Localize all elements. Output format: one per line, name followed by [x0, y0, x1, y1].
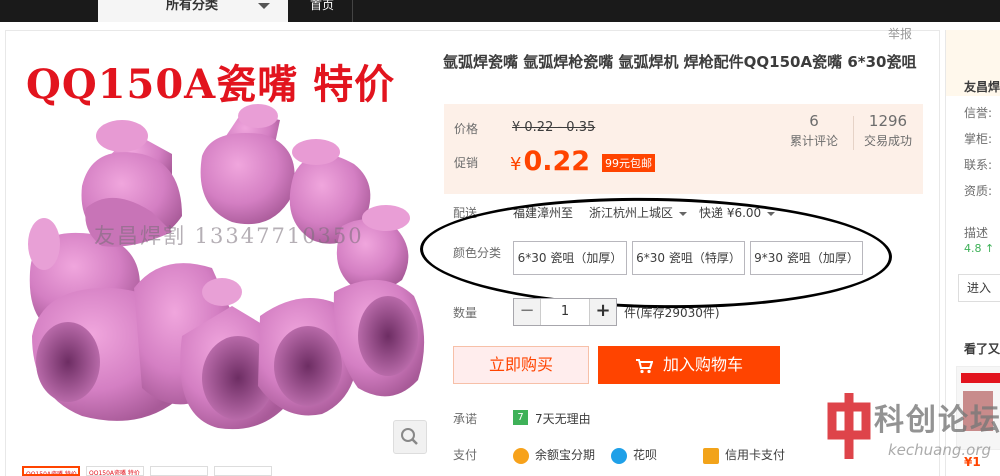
report-link[interactable]: 举报: [888, 25, 912, 42]
payment-yuebao[interactable]: 余额宝分期: [513, 446, 595, 464]
thumbnail-1[interactable]: QQ150A瓷嘴 特价: [22, 466, 80, 476]
sales-label: 交易成功: [864, 134, 913, 148]
reviews-count: 6: [809, 112, 819, 130]
also-viewed-title: 看了又: [964, 342, 1000, 356]
add-to-cart-button[interactable]: 加入购物车: [598, 346, 780, 384]
chevron-down-icon: [767, 211, 776, 216]
buy-now-button[interactable]: 立即购买: [453, 346, 589, 384]
cart-icon: [635, 358, 653, 373]
forum-name: 科创论坛: [874, 403, 1000, 438]
payment-credit-card[interactable]: 信用卡支付: [703, 446, 785, 464]
zoom-button[interactable]: [393, 420, 427, 454]
original-price: ¥ 0.22 - 0.35: [512, 120, 596, 135]
payment-huabei[interactable]: 花呗: [611, 446, 657, 464]
home-link[interactable]: 首页: [310, 0, 334, 11]
add-to-cart-label: 加入购物车: [662, 355, 743, 374]
contact-label: 联系:: [964, 158, 993, 172]
sku-option-3[interactable]: 9*30 瓷咀（加厚）: [750, 241, 863, 275]
sku-option-1[interactable]: 6*30 瓷咀（加厚）: [513, 241, 627, 275]
price-label: 价格: [454, 122, 479, 136]
reviews-stat[interactable]: 6 累计评论: [790, 112, 838, 149]
promise-text[interactable]: 7天无理由: [535, 410, 591, 427]
seller-label: 掌柜:: [964, 132, 993, 146]
decrease-button[interactable]: −: [514, 299, 540, 325]
increase-button[interactable]: +: [590, 299, 616, 325]
payment-label: 支付: [453, 448, 478, 462]
all-categories-label: 所有分类: [166, 0, 219, 13]
forum-watermark: 科创论坛 kechuang.org: [826, 389, 1000, 476]
chevron-down-icon: [258, 3, 270, 9]
quantity-input[interactable]: 1: [540, 299, 590, 325]
stats-divider: [853, 116, 854, 150]
payment-credit-card-label: 信用卡支付: [725, 448, 786, 462]
credit-card-icon: [703, 447, 719, 464]
magnifier-icon: [401, 428, 418, 445]
all-categories-menu[interactable]: 所有分类: [98, 0, 288, 22]
product-main-image[interactable]: QQ150A瓷嘴 特价 友昌焊割 13347710350: [22, 36, 430, 456]
delivery-method: 快递 ¥6.00: [699, 206, 762, 220]
stock-text: 件(库存29030件): [624, 306, 720, 320]
top-nav-bar: 所有分类 首页: [0, 0, 1000, 22]
nav-divider: [352, 0, 353, 22]
rating-value: 4.8 ↑: [964, 242, 995, 255]
payment-yuebao-label: 余额宝分期: [535, 448, 596, 462]
sale-price-value: 0.22: [523, 146, 591, 177]
delivery-origin: 福建漳州至: [513, 206, 574, 220]
sku-label: 颜色分类: [453, 246, 502, 260]
delivery-destination-select[interactable]: 浙江杭州上城区: [589, 204, 688, 221]
payment-huabei-label: 花呗: [633, 448, 658, 462]
delivery-destination: 浙江杭州上城区: [589, 206, 674, 220]
reviews-label: 累计评论: [790, 134, 839, 148]
huabei-icon: [611, 447, 627, 464]
qualification-label: 资质:: [964, 184, 993, 198]
product-title: 氩弧焊瓷嘴 氩弧焊枪瓷嘴 氩弧焊机 焊枪配件QQ150A瓷嘴 6*30瓷咀: [443, 53, 917, 71]
enter-shop-button[interactable]: 进入: [958, 274, 1000, 302]
rating-label: 描述: [964, 226, 989, 240]
image-watermark: 友昌焊割 13347710350: [94, 224, 364, 248]
seven-days-icon: 7: [513, 410, 528, 425]
sku-option-2[interactable]: 6*30 瓷咀（特厚）: [632, 241, 745, 275]
credit-label: 信誉:: [964, 106, 993, 120]
free-shipping-badge: 99元包邮: [602, 154, 655, 172]
promise-label: 承诺: [453, 412, 478, 426]
sales-stat: 1296 交易成功: [864, 112, 912, 149]
thumbnail-4[interactable]: [214, 466, 272, 476]
thumbnail-3[interactable]: [150, 466, 208, 476]
sale-price: ¥0.22: [510, 146, 590, 177]
shop-name[interactable]: 友昌焊: [964, 78, 1000, 95]
sales-count: 1296: [868, 112, 908, 130]
promo-label: 促销: [454, 156, 479, 170]
delivery-row: 配送 福建漳州至 浙江杭州上城区 快递 ¥6.00: [453, 204, 776, 221]
yuebao-icon: [513, 447, 529, 464]
chevron-down-icon: [679, 211, 688, 216]
thumbnail-2[interactable]: QQ150A瓷嘴 特价: [86, 466, 144, 476]
thumbnail-caption: QQ150A瓷嘴 特价: [89, 470, 140, 476]
quantity-label: 数量: [453, 306, 478, 320]
delivery-method-select[interactable]: 快递 ¥6.00: [699, 204, 776, 221]
thumbnail-caption: QQ150A瓷嘴 特价: [26, 471, 77, 476]
forum-logo: [827, 393, 871, 459]
thumbnail-strip: QQ150A瓷嘴 特价 QQ150A瓷嘴 特价: [22, 466, 272, 476]
price-panel: 价格 ¥ 0.22 - 0.35 促销 ¥0.22 99元包邮 6 累计评论 1…: [444, 104, 923, 194]
delivery-label: 配送: [453, 206, 478, 220]
forum-domain: kechuang.org: [888, 441, 992, 459]
currency-symbol: ¥: [510, 154, 522, 175]
quantity-stepper: − 1 +: [513, 298, 617, 326]
